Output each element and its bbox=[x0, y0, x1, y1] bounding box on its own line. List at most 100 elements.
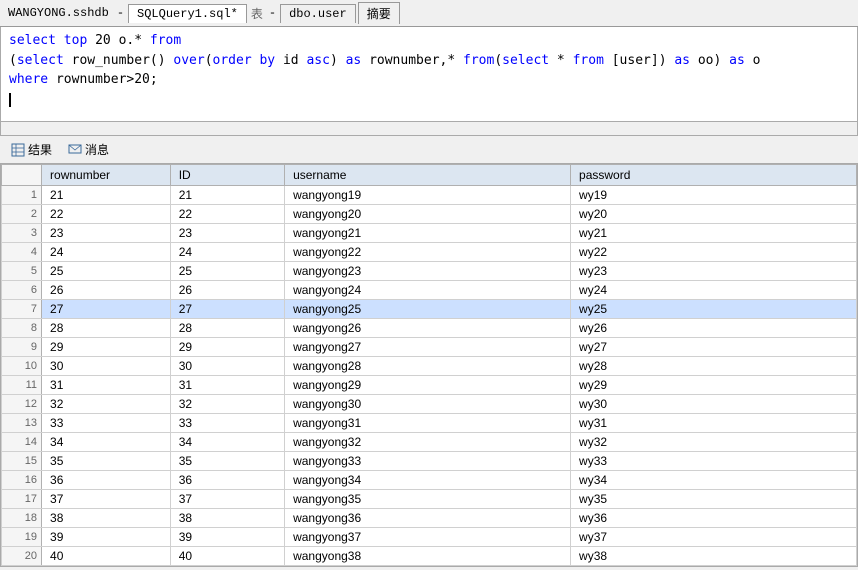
row-number: 2 bbox=[2, 205, 42, 224]
row-number: 14 bbox=[2, 433, 42, 452]
db-name: WANGYONG.sshdb bbox=[4, 4, 113, 22]
cell-username: wangyong20 bbox=[285, 205, 571, 224]
cell-id: 23 bbox=[170, 224, 284, 243]
col-rownumber-header[interactable]: rownumber bbox=[42, 165, 171, 186]
table-row[interactable]: 123232wangyong30wy30 bbox=[2, 395, 857, 414]
cell-rownumber: 23 bbox=[42, 224, 171, 243]
cell-password: wy23 bbox=[571, 262, 857, 281]
col-id-header[interactable]: ID bbox=[170, 165, 284, 186]
table-row[interactable]: 72727wangyong25wy25 bbox=[2, 300, 857, 319]
cell-password: wy27 bbox=[571, 338, 857, 357]
tab-summary[interactable]: 摘要 bbox=[358, 2, 400, 24]
col-username-header[interactable]: username bbox=[285, 165, 571, 186]
cell-password: wy29 bbox=[571, 376, 857, 395]
cell-rownumber: 30 bbox=[42, 357, 171, 376]
table-row[interactable]: 52525wangyong23wy23 bbox=[2, 262, 857, 281]
messages-button[interactable]: 消息 bbox=[63, 139, 114, 160]
tab-schema[interactable]: dbo.user bbox=[280, 4, 356, 23]
cell-password: wy21 bbox=[571, 224, 857, 243]
cell-id: 26 bbox=[170, 281, 284, 300]
cell-rownumber: 39 bbox=[42, 528, 171, 547]
table-row[interactable]: 113131wangyong29wy29 bbox=[2, 376, 857, 395]
cell-id: 33 bbox=[170, 414, 284, 433]
col-password-header[interactable]: password bbox=[571, 165, 857, 186]
cell-rownumber: 26 bbox=[42, 281, 171, 300]
row-number: 20 bbox=[2, 547, 42, 566]
cell-id: 37 bbox=[170, 490, 284, 509]
results-icon bbox=[11, 143, 25, 157]
cell-id: 27 bbox=[170, 300, 284, 319]
table-row[interactable]: 133333wangyong31wy31 bbox=[2, 414, 857, 433]
row-number: 5 bbox=[2, 262, 42, 281]
title-separator3: - bbox=[265, 4, 280, 22]
row-number: 18 bbox=[2, 509, 42, 528]
cell-password: wy24 bbox=[571, 281, 857, 300]
main-wrapper: WANGYONG.sshdb - SQLQuery1.sql* 表 - dbo.… bbox=[0, 0, 858, 570]
cell-id: 32 bbox=[170, 395, 284, 414]
table-row[interactable]: 82828wangyong26wy26 bbox=[2, 319, 857, 338]
messages-label: 消息 bbox=[85, 141, 109, 158]
cell-rownumber: 31 bbox=[42, 376, 171, 395]
results-table: rownumber ID username password 12121wang… bbox=[1, 164, 857, 566]
cell-username: wangyong24 bbox=[285, 281, 571, 300]
cell-password: wy19 bbox=[571, 186, 857, 205]
results-button[interactable]: 结果 bbox=[6, 139, 57, 160]
title-separator1: - bbox=[113, 4, 128, 22]
results-container: rownumber ID username password 12121wang… bbox=[0, 164, 858, 567]
cell-username: wangyong25 bbox=[285, 300, 571, 319]
cell-id: 25 bbox=[170, 262, 284, 281]
cell-password: wy38 bbox=[571, 547, 857, 566]
table-row[interactable]: 42424wangyong22wy22 bbox=[2, 243, 857, 262]
table-row[interactable]: 143434wangyong32wy32 bbox=[2, 433, 857, 452]
row-number: 19 bbox=[2, 528, 42, 547]
row-number: 4 bbox=[2, 243, 42, 262]
table-row[interactable]: 12121wangyong19wy19 bbox=[2, 186, 857, 205]
table-row[interactable]: 183838wangyong36wy36 bbox=[2, 509, 857, 528]
cell-rownumber: 21 bbox=[42, 186, 171, 205]
cell-id: 34 bbox=[170, 433, 284, 452]
row-number: 1 bbox=[2, 186, 42, 205]
cell-id: 31 bbox=[170, 376, 284, 395]
cell-rownumber: 33 bbox=[42, 414, 171, 433]
row-number: 7 bbox=[2, 300, 42, 319]
table-header-row: rownumber ID username password bbox=[2, 165, 857, 186]
cell-id: 35 bbox=[170, 452, 284, 471]
cell-id: 36 bbox=[170, 471, 284, 490]
cell-username: wangyong30 bbox=[285, 395, 571, 414]
table-row[interactable]: 103030wangyong28wy28 bbox=[2, 357, 857, 376]
table-row[interactable]: 204040wangyong38wy38 bbox=[2, 547, 857, 566]
cell-rownumber: 35 bbox=[42, 452, 171, 471]
cell-username: wangyong37 bbox=[285, 528, 571, 547]
cell-username: wangyong19 bbox=[285, 186, 571, 205]
cell-id: 24 bbox=[170, 243, 284, 262]
tab-query[interactable]: SQLQuery1.sql* bbox=[128, 4, 247, 23]
cell-password: wy25 bbox=[571, 300, 857, 319]
title-bar: WANGYONG.sshdb - SQLQuery1.sql* 表 - dbo.… bbox=[0, 0, 858, 27]
table-row[interactable]: 92929wangyong27wy27 bbox=[2, 338, 857, 357]
table-row[interactable]: 22222wangyong20wy20 bbox=[2, 205, 857, 224]
cell-username: wangyong35 bbox=[285, 490, 571, 509]
table-row[interactable]: 163636wangyong34wy34 bbox=[2, 471, 857, 490]
table-row[interactable]: 62626wangyong24wy24 bbox=[2, 281, 857, 300]
table-row[interactable]: 153535wangyong33wy33 bbox=[2, 452, 857, 471]
results-label: 结果 bbox=[28, 141, 52, 158]
cell-username: wangyong38 bbox=[285, 547, 571, 566]
cell-rownumber: 37 bbox=[42, 490, 171, 509]
horizontal-scrollbar[interactable] bbox=[0, 122, 858, 136]
cell-rownumber: 36 bbox=[42, 471, 171, 490]
cell-id: 22 bbox=[170, 205, 284, 224]
sql-editor[interactable]: select top 20 o.* from (select row_numbe… bbox=[0, 27, 858, 122]
table-row[interactable]: 173737wangyong35wy35 bbox=[2, 490, 857, 509]
cell-password: wy28 bbox=[571, 357, 857, 376]
cell-id: 40 bbox=[170, 547, 284, 566]
cell-password: wy30 bbox=[571, 395, 857, 414]
table-row[interactable]: 193939wangyong37wy37 bbox=[2, 528, 857, 547]
cell-password: wy20 bbox=[571, 205, 857, 224]
table-row[interactable]: 32323wangyong21wy21 bbox=[2, 224, 857, 243]
cell-rownumber: 27 bbox=[42, 300, 171, 319]
sql-code: select top 20 o.* from (select row_numbe… bbox=[9, 31, 849, 109]
cell-rownumber: 32 bbox=[42, 395, 171, 414]
cell-id: 30 bbox=[170, 357, 284, 376]
cell-rownumber: 40 bbox=[42, 547, 171, 566]
row-number: 16 bbox=[2, 471, 42, 490]
